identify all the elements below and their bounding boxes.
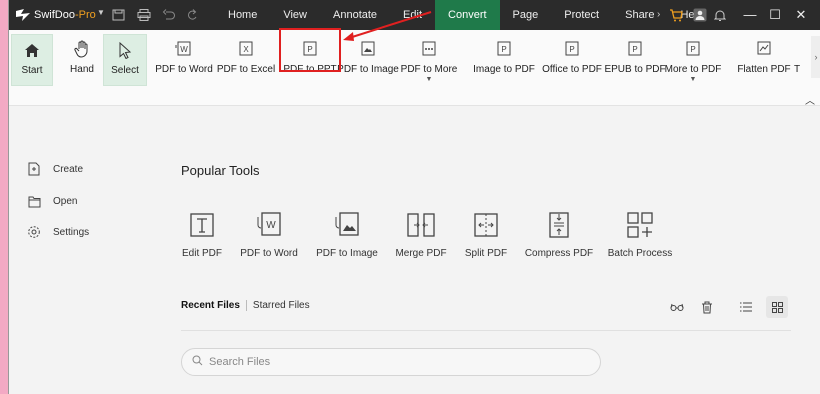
- menu-view[interactable]: View: [270, 0, 320, 30]
- pdf-to-excel-icon: X: [237, 38, 255, 60]
- swifdoo-logo-icon: [15, 7, 31, 23]
- notification-bell-icon[interactable]: [713, 8, 727, 22]
- svg-text:W: W: [266, 220, 276, 231]
- flatten-pdf-button[interactable]: Flatten PDF: [737, 34, 791, 86]
- grid-view-icon[interactable]: [766, 296, 788, 318]
- office-to-pdf-button[interactable]: P Office to PDF: [541, 34, 603, 86]
- close-button[interactable]: ✕: [794, 7, 808, 23]
- image-to-pdf-button[interactable]: P Image to PDF: [473, 34, 535, 86]
- hand-icon: [74, 38, 90, 60]
- svg-text:W: W: [180, 45, 188, 54]
- svg-text:P: P: [632, 45, 637, 54]
- app-window: SwifDoo-Pro ▼ Home View Annotate Edit Co…: [8, 0, 820, 394]
- tool-pdf-to-image[interactable]: PDF to Image: [307, 210, 387, 259]
- office-to-pdf-icon: P: [563, 38, 581, 60]
- collapse-ribbon-icon[interactable]: ︿: [805, 92, 815, 107]
- select-tool-button[interactable]: Select: [103, 34, 147, 86]
- dropdown-caret-icon: ▼: [689, 76, 697, 83]
- more-to-pdf-button[interactable]: P More to PDF ▼: [665, 34, 721, 86]
- epub-to-pdf-button[interactable]: P EPUB to PDF: [604, 34, 666, 86]
- sidebar-item-create[interactable]: Create: [27, 162, 83, 176]
- epub-to-pdf-icon: P: [626, 38, 644, 60]
- start-button[interactable]: Start: [11, 34, 53, 86]
- batch-process-icon: [626, 210, 654, 240]
- search-bar: [181, 348, 601, 376]
- edit-pdf-icon: [188, 210, 216, 240]
- overflow-ribbon-button[interactable]: T: [793, 34, 801, 86]
- pdf-to-word-icon: W: [255, 210, 283, 240]
- svg-text:P: P: [501, 45, 506, 54]
- menu-home[interactable]: Home: [215, 0, 270, 30]
- tool-compress-pdf[interactable]: Compress PDF: [519, 210, 599, 259]
- menu-scroll-right-icon[interactable]: ›: [657, 9, 660, 20]
- pdf-to-word-button[interactable]: W PDF to Word: [155, 34, 213, 86]
- image-to-pdf-icon: P: [495, 38, 513, 60]
- tab-starred-files[interactable]: Starred Files: [253, 300, 310, 311]
- print-icon[interactable]: [137, 9, 151, 21]
- tool-split-pdf[interactable]: Split PDF: [446, 210, 526, 259]
- annotation-arrow: [343, 11, 432, 41]
- menu-convert[interactable]: Convert: [435, 0, 500, 30]
- undo-icon[interactable]: [162, 9, 176, 21]
- app-menu-dropdown-icon[interactable]: ▼: [97, 8, 105, 17]
- maximize-button[interactable]: ☐: [768, 7, 782, 23]
- hand-tool-button[interactable]: Hand: [61, 34, 103, 86]
- cart-icon[interactable]: [669, 8, 683, 22]
- file-tabs: Recent Files Starred Files: [181, 300, 310, 311]
- search-icon: [192, 355, 203, 369]
- compress-pdf-icon: [545, 210, 573, 240]
- gear-icon: [27, 225, 41, 239]
- ribbon-scroll-right-icon[interactable]: ›: [811, 36, 820, 78]
- pdf-to-image-icon: [333, 210, 361, 240]
- open-folder-icon: [27, 194, 41, 208]
- cursor-icon: [118, 39, 132, 61]
- list-view-icon[interactable]: [735, 296, 757, 318]
- save-icon[interactable]: [112, 9, 126, 21]
- dropdown-caret-icon: ▼: [425, 76, 433, 83]
- redo-icon[interactable]: [185, 9, 199, 21]
- svg-text:P: P: [569, 45, 574, 54]
- app-name: SwifDoo-Pro: [34, 9, 96, 21]
- glasses-icon[interactable]: [666, 296, 688, 318]
- main-menu: Home View Annotate Edit Convert Page Pro…: [215, 0, 716, 30]
- sidebar-item-settings[interactable]: Settings: [27, 225, 89, 239]
- tab-recent-files[interactable]: Recent Files: [181, 300, 240, 311]
- split-pdf-icon: [472, 210, 500, 240]
- pdf-to-excel-button[interactable]: X PDF to Excel: [217, 34, 275, 86]
- home-icon: [24, 39, 40, 61]
- minimize-button[interactable]: —: [743, 7, 757, 22]
- tool-pdf-to-word[interactable]: W PDF to Word: [229, 210, 309, 259]
- account-icon[interactable]: [693, 8, 707, 22]
- svg-text:X: X: [243, 45, 249, 54]
- sidebar-item-open[interactable]: Open: [27, 194, 77, 208]
- merge-pdf-icon: [406, 210, 436, 240]
- svg-text:P: P: [690, 45, 695, 54]
- more-to-pdf-icon: P: [684, 38, 702, 60]
- popular-tools-title: Popular Tools: [181, 163, 260, 178]
- highlight-box: [279, 28, 341, 72]
- create-icon: [27, 162, 41, 176]
- tabs-divider: [181, 330, 791, 331]
- flatten-pdf-icon: [755, 38, 773, 60]
- menu-protect[interactable]: Protect: [551, 0, 612, 30]
- menu-page[interactable]: Page: [500, 0, 552, 30]
- trash-icon[interactable]: [696, 296, 718, 318]
- tool-batch-process[interactable]: Batch Process: [600, 210, 680, 259]
- tab-divider: [245, 300, 247, 311]
- search-input[interactable]: [209, 356, 589, 368]
- pdf-to-word-icon: W: [175, 38, 193, 60]
